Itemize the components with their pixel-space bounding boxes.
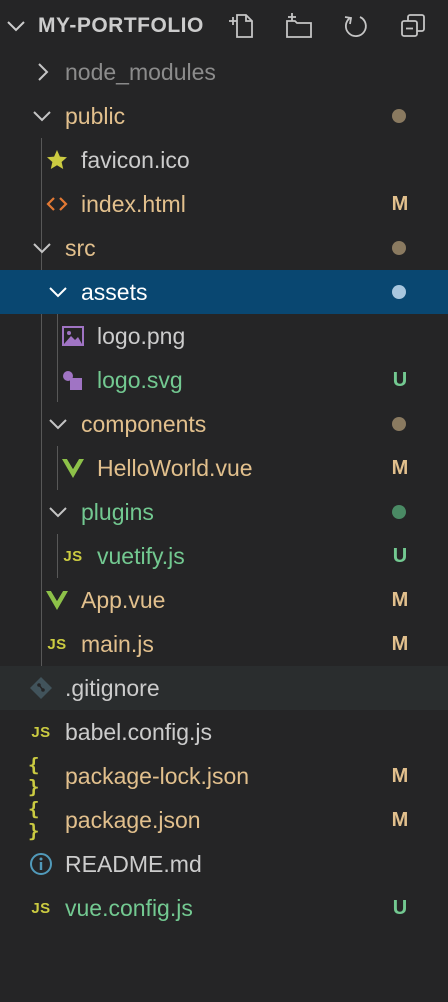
file-index-html[interactable]: index.html M [0,182,448,226]
untracked-dot [392,505,406,519]
file-label: vue.config.js [65,895,193,921]
file-package-lock-json[interactable]: { } package-lock.json M [0,754,448,798]
vue-icon [46,591,68,610]
js-icon: JS [47,635,67,653]
file-app-vue[interactable]: App.vue M [0,578,448,622]
git-status-badge: M [391,765,409,787]
vue-icon [62,459,84,478]
folder-label: components [81,411,207,437]
folder-label: plugins [81,499,154,525]
file-vuetify-js[interactable]: JS vuetify.js U [0,534,448,578]
file-babel-config-js[interactable]: JS babel.config.js [0,710,448,754]
refresh-icon[interactable] [341,11,371,41]
file-label: package-lock.json [65,763,250,789]
image-icon [62,326,84,346]
js-icon: JS [63,547,83,565]
folder-label: assets [81,279,148,305]
info-icon [30,853,52,875]
chevron-down-icon [49,419,67,430]
file-tree: node_modules public favicon.ico index.ht… [0,50,448,930]
file-gitignore[interactable]: .gitignore [0,666,448,710]
chevron-down-icon[interactable] [4,14,28,38]
folder-src[interactable]: src [0,226,448,270]
file-label: vuetify.js [97,543,185,569]
folder-public[interactable]: public [0,94,448,138]
git-icon [30,677,52,699]
explorer-header: MY-PORTFOLIO [0,0,448,52]
file-label: package.json [65,807,201,833]
chevron-right-icon [38,63,49,81]
git-status-badge: U [392,369,408,391]
modified-dot [392,109,406,123]
file-vue-config-js[interactable]: JS vue.config.js U [0,886,448,930]
svg-icon [63,371,82,390]
file-logo-png[interactable]: logo.png [0,314,448,358]
file-explorer: MY-PORTFOLIO node_modules public favicon… [0,0,448,1002]
modified-dot [392,417,406,431]
chevron-down-icon [33,111,51,122]
file-favicon[interactable]: favicon.ico [0,138,448,182]
explorer-title[interactable]: MY-PORTFOLIO [38,13,204,39]
file-label: README.md [65,851,202,877]
new-file-icon[interactable] [228,11,258,41]
star-icon [47,150,67,169]
json-icon: { } [28,798,40,842]
js-icon: JS [31,899,51,917]
html-icon [46,197,68,211]
js-icon: JS [31,723,51,741]
file-label: index.html [81,191,186,217]
collapse-all-icon[interactable] [398,11,428,41]
git-status-badge: M [391,457,409,479]
file-label: logo.png [97,323,186,349]
folder-assets[interactable]: assets [0,270,448,314]
git-status-badge: M [391,589,409,611]
git-status-badge: U [392,545,408,567]
git-status-badge: U [392,897,408,919]
file-label: main.js [81,631,154,657]
git-status-badge: M [391,193,409,215]
folder-plugins[interactable]: plugins [0,490,448,534]
file-label: App.vue [81,587,166,613]
file-package-json[interactable]: { } package.json M [0,798,448,842]
file-helloworld-vue[interactable]: HelloWorld.vue M [0,446,448,490]
file-label: HelloWorld.vue [97,455,253,481]
folder-node-modules[interactable]: node_modules [0,50,448,94]
file-label: logo.svg [97,367,183,393]
chevron-down-icon [49,287,67,298]
folder-label: public [65,103,126,129]
folder-components[interactable]: components [0,402,448,446]
chevron-down-icon [33,243,51,254]
git-status-badge: M [391,809,409,831]
file-logo-svg[interactable]: logo.svg U [0,358,448,402]
folder-label: src [65,235,96,261]
file-label: .gitignore [65,675,160,701]
json-icon: { } [28,754,40,798]
file-label: babel.config.js [65,719,213,745]
file-main-js[interactable]: JS main.js M [0,622,448,666]
git-status-badge: M [391,633,409,655]
file-label: favicon.ico [81,147,190,173]
new-folder-icon[interactable] [284,11,314,41]
modified-dot [392,241,406,255]
chevron-down-icon [49,507,67,518]
modified-dot [392,285,406,299]
file-readme-md[interactable]: README.md [0,842,448,886]
folder-label: node_modules [65,59,216,85]
